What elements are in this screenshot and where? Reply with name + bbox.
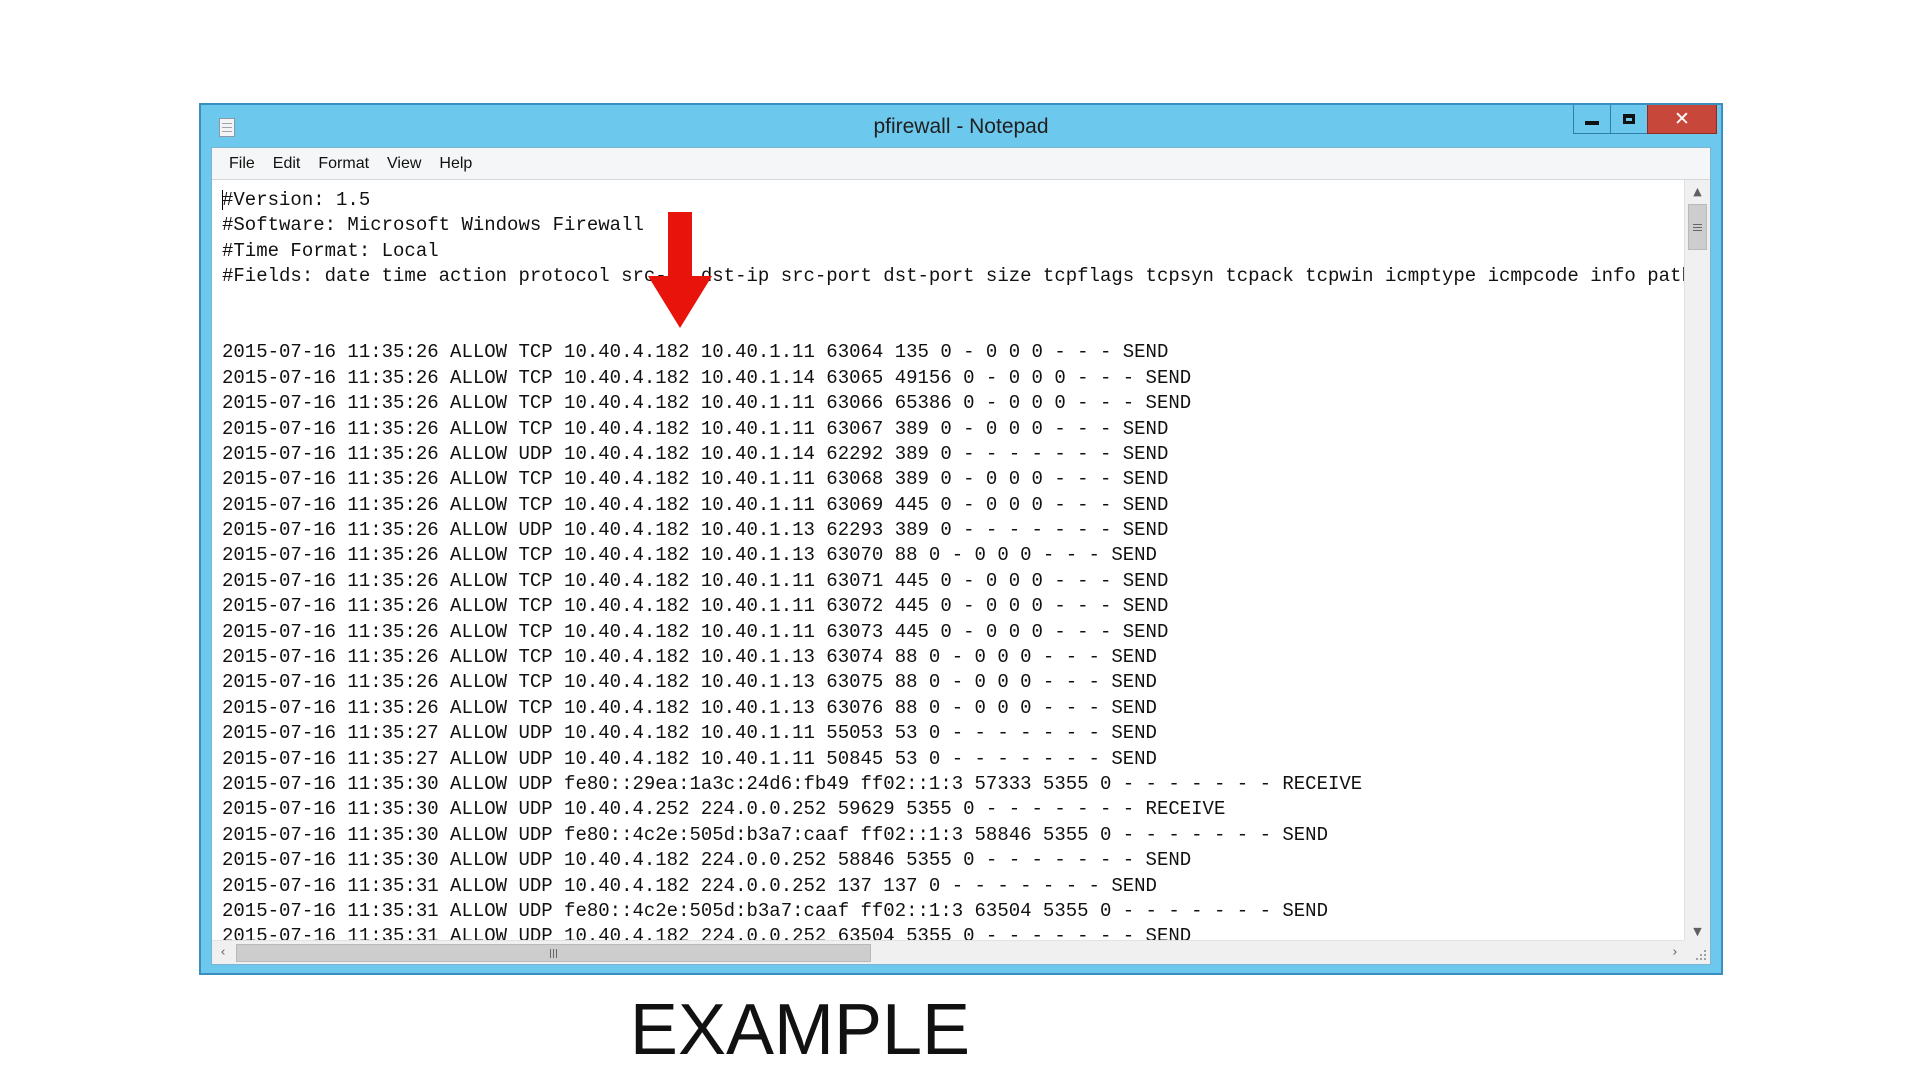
red-down-arrow-icon (648, 212, 712, 328)
scroll-up-icon[interactable]: ▲ (1685, 180, 1710, 202)
notepad-window: pfirewall - Notepad ✕ File Edit Format V… (199, 103, 1723, 975)
client-area: File Edit Format View Help #Version: 1.5… (211, 147, 1711, 965)
text-line[interactable] (222, 315, 1686, 340)
horizontal-scroll-thumb[interactable] (236, 944, 871, 962)
scroll-left-icon[interactable]: ‹ (212, 941, 234, 964)
text-line[interactable] (222, 290, 1686, 315)
caption-example: EXAMPLE (629, 990, 971, 1070)
text-line[interactable]: 2015-07-16 11:35:27 ALLOW UDP 10.40.4.18… (222, 721, 1686, 746)
text-line[interactable]: 2015-07-16 11:35:27 ALLOW UDP 10.40.4.18… (222, 747, 1686, 772)
text-line[interactable]: #Version: 1.5 (222, 188, 1686, 213)
grip-icon (550, 948, 551, 958)
scroll-right-icon[interactable]: › (1664, 941, 1686, 964)
text-line[interactable]: #Fields: date time action protocol src-i… (222, 264, 1686, 289)
text-line[interactable]: 2015-07-16 11:35:26 ALLOW TCP 10.40.4.18… (222, 594, 1686, 619)
horizontal-scrollbar[interactable]: ‹ › (212, 940, 1686, 964)
text-line[interactable]: 2015-07-16 11:35:26 ALLOW TCP 10.40.4.18… (222, 366, 1686, 391)
close-icon: ✕ (1674, 107, 1690, 130)
text-line[interactable]: 2015-07-16 11:35:26 ALLOW TCP 10.40.4.18… (222, 340, 1686, 365)
vertical-scroll-thumb[interactable] (1688, 204, 1707, 250)
minimize-button[interactable] (1573, 105, 1611, 134)
text-line[interactable]: 2015-07-16 11:35:26 ALLOW TCP 10.40.4.18… (222, 543, 1686, 568)
menu-file[interactable]: File (220, 151, 264, 177)
text-line[interactable]: 2015-07-16 11:35:26 ALLOW TCP 10.40.4.18… (222, 467, 1686, 492)
stage: pfirewall - Notepad ✕ File Edit Format V… (0, 0, 1920, 1080)
text-line[interactable]: 2015-07-16 11:35:26 ALLOW TCP 10.40.4.18… (222, 569, 1686, 594)
vertical-scrollbar[interactable]: ▲ ▼ (1684, 180, 1710, 942)
menu-bar: File Edit Format View Help (212, 148, 1710, 180)
maximize-icon (1623, 114, 1635, 124)
minimize-icon (1585, 121, 1599, 125)
text-line[interactable]: 2015-07-16 11:35:26 ALLOW TCP 10.40.4.18… (222, 620, 1686, 645)
text-line[interactable]: #Software: Microsoft Windows Firewall (222, 213, 1686, 238)
text-line[interactable]: 2015-07-16 11:35:31 ALLOW UDP 10.40.4.18… (222, 874, 1686, 899)
menu-edit[interactable]: Edit (264, 151, 310, 177)
text-content[interactable]: #Version: 1.5 #Software: Microsoft Window… (222, 188, 1686, 942)
text-line[interactable]: 2015-07-16 11:35:26 ALLOW UDP 10.40.4.18… (222, 442, 1686, 467)
window-title: pfirewall - Notepad (873, 115, 1049, 138)
text-line[interactable]: 2015-07-16 11:35:30 ALLOW UDP 10.40.4.18… (222, 848, 1686, 873)
maximize-button[interactable] (1610, 105, 1648, 134)
close-button[interactable]: ✕ (1647, 105, 1717, 134)
text-editor[interactable]: #Version: 1.5 #Software: Microsoft Window… (212, 180, 1686, 942)
text-line[interactable]: 2015-07-16 11:35:26 ALLOW TCP 10.40.4.18… (222, 645, 1686, 670)
text-line[interactable]: 2015-07-16 11:35:26 ALLOW TCP 10.40.4.18… (222, 670, 1686, 695)
scroll-down-icon[interactable]: ▼ (1685, 920, 1710, 942)
menu-format[interactable]: Format (309, 151, 378, 177)
text-line[interactable]: 2015-07-16 11:35:30 ALLOW UDP 10.40.4.25… (222, 797, 1686, 822)
text-line[interactable]: 2015-07-16 11:35:26 ALLOW UDP 10.40.4.18… (222, 518, 1686, 543)
menu-view[interactable]: View (378, 151, 430, 177)
grip-icon (1693, 223, 1702, 225)
text-line[interactable]: 2015-07-16 11:35:26 ALLOW TCP 10.40.4.18… (222, 493, 1686, 518)
text-line[interactable]: #Time Format: Local (222, 239, 1686, 264)
text-line[interactable]: 2015-07-16 11:35:26 ALLOW TCP 10.40.4.18… (222, 696, 1686, 721)
resize-grip-icon[interactable] (1684, 940, 1710, 964)
menu-help[interactable]: Help (430, 151, 481, 177)
text-line[interactable]: 2015-07-16 11:35:26 ALLOW TCP 10.40.4.18… (222, 391, 1686, 416)
text-line[interactable]: 2015-07-16 11:35:30 ALLOW UDP fe80::29ea… (222, 772, 1686, 797)
text-line[interactable]: 2015-07-16 11:35:30 ALLOW UDP fe80::4c2e… (222, 823, 1686, 848)
title-bar[interactable]: pfirewall - Notepad ✕ (201, 105, 1721, 147)
text-line[interactable]: 2015-07-16 11:35:26 ALLOW TCP 10.40.4.18… (222, 417, 1686, 442)
text-line[interactable]: 2015-07-16 11:35:31 ALLOW UDP fe80::4c2e… (222, 899, 1686, 924)
